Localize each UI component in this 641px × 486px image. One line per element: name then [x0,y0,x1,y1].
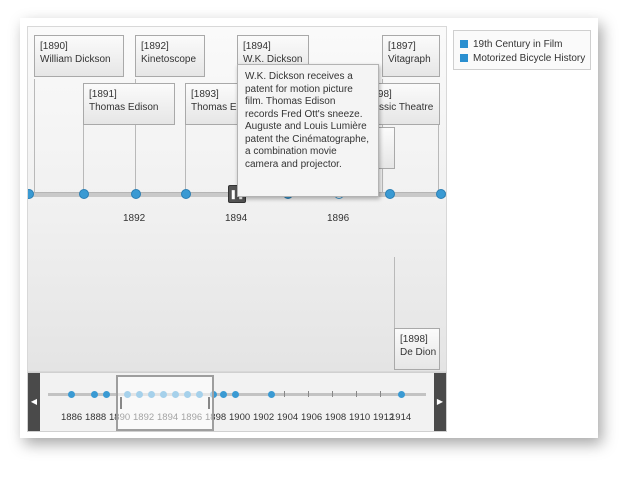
event-title: Thomas Edison [89,102,159,113]
event-tooltip: W.K. Dickson receives a patent for motio… [237,64,379,197]
timeline-navigator[interactable]: ◀ ▶ 1886 1888 1890 1892 1894 1896 1898 1… [27,372,447,432]
event-title: Vitagraph [388,54,431,65]
navigator-tick [356,391,357,397]
navigator-year-label: 1900 [229,412,251,423]
legend: 19th Century in Film Motorized Bicycle H… [453,30,591,70]
event-stem [394,257,395,337]
navigator-year-label: 1888 [85,412,107,423]
event-year: [1897] [388,41,416,52]
event-stem [185,122,186,192]
navigator-tick [308,391,309,397]
event-year: [1892] [141,41,169,52]
timeline-marker[interactable] [79,189,89,199]
drag-handle[interactable] [120,397,122,409]
navigator-marker [91,391,98,398]
navigator-tick [284,391,285,397]
axis-year-label: 1894 [225,213,248,224]
event-card[interactable]: [1898] De Dion [394,328,440,370]
timeline-marker[interactable] [131,189,141,199]
navigator-marker [398,391,405,398]
legend-item[interactable]: Motorized Bicycle History [460,53,585,65]
event-card[interactable]: [1890] William Dickson [34,35,124,77]
event-year: [1891] [89,89,117,100]
event-card[interactable]: [1893] Thomas Edison [185,83,241,125]
legend-label: Motorized Bicycle History [473,53,586,64]
timeline-marker[interactable] [181,189,191,199]
legend-item[interactable]: 19th Century in Film [460,39,562,51]
event-card[interactable]: [1897] Vitagraph [382,35,440,77]
chevron-right-icon[interactable]: ▶ [434,373,446,431]
legend-swatch [460,40,468,49]
navigator-tick [380,391,381,397]
navigator-year-label: 1914 [390,412,412,423]
event-year: [1893] [191,89,219,100]
navigator-year-label: 1886 [61,412,83,423]
event-year: [1894] [243,41,271,52]
event-year: [1898] [400,334,428,345]
navigator-year-label: 1910 [349,412,371,423]
event-card[interactable]: [1892] Kinetoscope [135,35,205,77]
navigator-marker [220,391,227,398]
event-stem [83,122,84,192]
event-title: De Dion [400,347,437,358]
timeline-marker[interactable] [436,189,446,199]
navigator-year-label: 1908 [325,412,347,423]
navigator-marker [103,391,110,398]
drag-handle[interactable] [208,397,210,409]
navigator-marker [268,391,275,398]
navigator-marker [68,391,75,398]
event-title: Thomas Edison [191,102,240,113]
navigator-selection-window[interactable] [116,375,214,431]
event-stem [438,122,439,192]
legend-label: 19th Century in Film [473,39,563,50]
timeline-marker[interactable] [385,189,395,199]
navigator-year-label: 1902 [253,412,275,423]
event-title: William Dickson [40,54,111,65]
event-card[interactable]: [1891] Thomas Edison [83,83,175,125]
legend-swatch [460,54,468,63]
navigator-marker [232,391,239,398]
event-stem [34,79,35,192]
timeline-panel[interactable]: [1890] William Dickson [1892] Kinetoscop… [27,26,447,372]
navigator-year-label: 1906 [301,412,323,423]
chevron-left-icon[interactable]: ◀ [28,373,40,431]
timeline-marker[interactable] [28,189,34,199]
axis-year-label: 1892 [123,213,146,224]
event-title: Kinetoscope [141,54,197,65]
event-year: [1890] [40,41,68,52]
axis-year-label: 1896 [327,213,350,224]
navigator-tick [332,391,333,397]
navigator-year-label: 1904 [277,412,299,423]
